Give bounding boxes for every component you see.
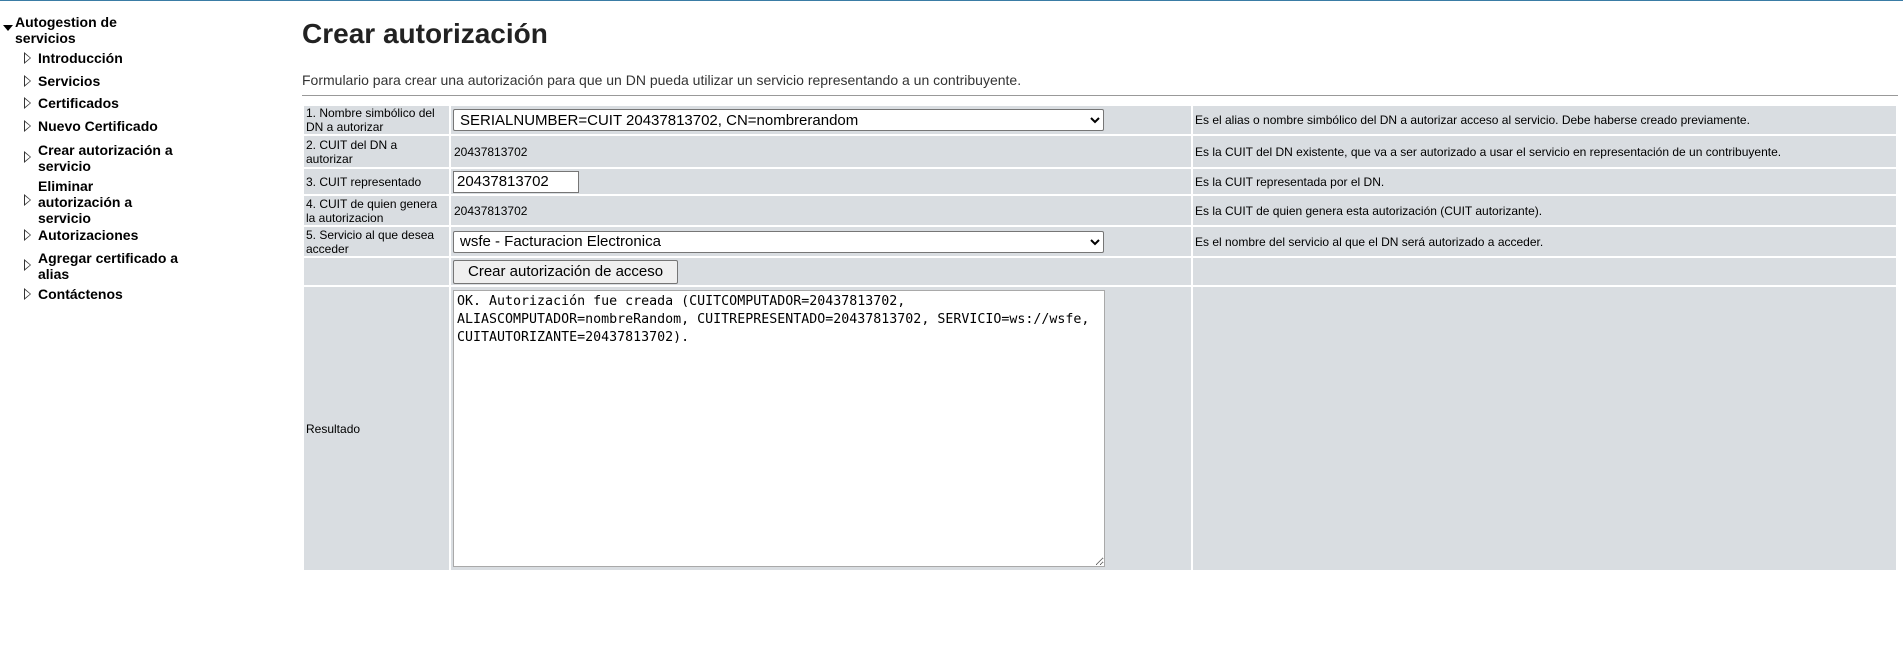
- sidebar-root[interactable]: Autogestion de servicios: [0, 14, 175, 46]
- sidebar-item-servicios[interactable]: Servicios: [24, 73, 196, 89]
- sidebar-item-label: Contáctenos: [38, 286, 123, 302]
- field-label: 2. CUIT del DN a autorizar: [304, 136, 449, 167]
- result-label: Resultado: [304, 287, 449, 570]
- result-row: Resultado OK. Autorización fue creada (C…: [304, 287, 1896, 570]
- expand-arrow-icon[interactable]: [24, 151, 31, 163]
- create-authorization-button[interactable]: Crear autorización de acceso: [453, 259, 679, 284]
- sidebar-item-label: Servicios: [38, 73, 101, 89]
- field-help: Es la CUIT de quien genera esta autoriza…: [1193, 196, 1896, 225]
- sidebar-item-label: Agregar certificado a alias: [38, 250, 179, 282]
- sidebar-item-eliminar-autorizacion[interactable]: Eliminar autorización a servicio: [24, 178, 146, 226]
- form-row: 5. Servicio al que desea acceder wsfe - …: [304, 227, 1896, 256]
- field-cell: Crear autorización de acceso: [451, 258, 1191, 285]
- form-row: 1. Nombre simbólico del DN a autorizar S…: [304, 106, 1896, 134]
- service-select[interactable]: wsfe - Facturacion Electronica: [453, 230, 1104, 253]
- sidebar-root-label: Autogestion de servicios: [15, 14, 117, 46]
- dn-alias-select[interactable]: SERIALNUMBER=CUIT 20437813702, CN=nombre…: [453, 109, 1104, 131]
- field-cell: wsfe - Facturacion Electronica: [451, 227, 1191, 256]
- expand-arrow-icon[interactable]: [24, 97, 31, 109]
- field-cell: SERIALNUMBER=CUIT 20437813702, CN=nombre…: [451, 106, 1191, 134]
- field-label: 5. Servicio al que desea acceder: [304, 227, 449, 256]
- sidebar-item-label: Certificados: [38, 95, 119, 111]
- sidebar-item-label: Crear autorización a servicio: [38, 142, 173, 174]
- expand-arrow-icon[interactable]: [24, 259, 31, 271]
- field-cell: [451, 169, 1191, 194]
- field-help: Es el nombre del servicio al que el DN s…: [1193, 227, 1896, 256]
- field-cell: 20437813702: [451, 196, 1191, 225]
- form-row: Crear autorización de acceso: [304, 258, 1896, 285]
- authorization-form: 1. Nombre simbólico del DN a autorizar S…: [302, 104, 1898, 572]
- field-help: Es el alias o nombre simbólico del DN a …: [1193, 106, 1896, 134]
- expand-arrow-icon[interactable]: [24, 194, 31, 206]
- sidebar-item-agregar-certificado[interactable]: Agregar certificado a alias: [24, 250, 186, 282]
- sidebar-item-introduccion[interactable]: Introducción: [24, 50, 196, 66]
- expand-arrow-icon[interactable]: [24, 229, 31, 241]
- sidebar-item-crear-autorizacion[interactable]: Crear autorización a servicio: [24, 142, 186, 174]
- collapse-arrow-icon[interactable]: [3, 25, 13, 31]
- field-label: 1. Nombre simbólico del DN a autorizar: [304, 106, 449, 134]
- page-title: Crear autorización: [302, 18, 548, 49]
- result-cell: OK. Autorización fue creada (CUITCOMPUTA…: [451, 287, 1191, 570]
- field-help: Es la CUIT del DN existente, que va a se…: [1193, 136, 1896, 167]
- divider: [302, 95, 1898, 96]
- sidebar-item-certificados[interactable]: Certificados: [24, 95, 196, 111]
- page-description: Formulario para crear una autorización p…: [302, 72, 1022, 88]
- cuit-representado-input[interactable]: [453, 170, 579, 193]
- sidebar-item-label: Introducción: [38, 50, 123, 66]
- cuit-autorizante-value: 20437813702: [454, 203, 528, 218]
- sidebar-item-label: Autorizaciones: [38, 227, 139, 243]
- dn-cuit-value: 20437813702: [454, 144, 528, 159]
- sidebar-tree: Autogestion de servicios Introducción Se…: [0, 14, 230, 302]
- form-row: 4. CUIT de quien genera la autorizacion …: [304, 196, 1896, 225]
- field-cell: 20437813702: [451, 136, 1191, 167]
- sidebar-item-autorizaciones[interactable]: Autorizaciones: [24, 227, 196, 243]
- expand-arrow-icon[interactable]: [24, 120, 31, 132]
- top-border: [0, 0, 1903, 1]
- expand-arrow-icon[interactable]: [24, 75, 31, 87]
- expand-arrow-icon[interactable]: [24, 52, 31, 64]
- sidebar-item-nuevo-certificado[interactable]: Nuevo Certificado: [24, 118, 196, 134]
- expand-arrow-icon[interactable]: [24, 288, 31, 300]
- sidebar-item-contactenos[interactable]: Contáctenos: [24, 286, 196, 302]
- sidebar-item-label: Nuevo Certificado: [38, 118, 158, 134]
- result-textarea[interactable]: OK. Autorización fue creada (CUITCOMPUTA…: [453, 290, 1105, 567]
- empty-cell: [1193, 258, 1896, 285]
- sidebar-item-label: Eliminar autorización a servicio: [38, 178, 133, 226]
- field-label: 4. CUIT de quien genera la autorizacion: [304, 196, 449, 225]
- empty-cell: [1193, 287, 1896, 570]
- form-row: 2. CUIT del DN a autorizar 20437813702 E…: [304, 136, 1896, 167]
- form-row: 3. CUIT representado Es la CUIT represen…: [304, 169, 1896, 194]
- field-help: Es la CUIT representada por el DN.: [1193, 169, 1896, 194]
- field-label: 3. CUIT representado: [304, 169, 449, 194]
- empty-cell: [304, 258, 449, 285]
